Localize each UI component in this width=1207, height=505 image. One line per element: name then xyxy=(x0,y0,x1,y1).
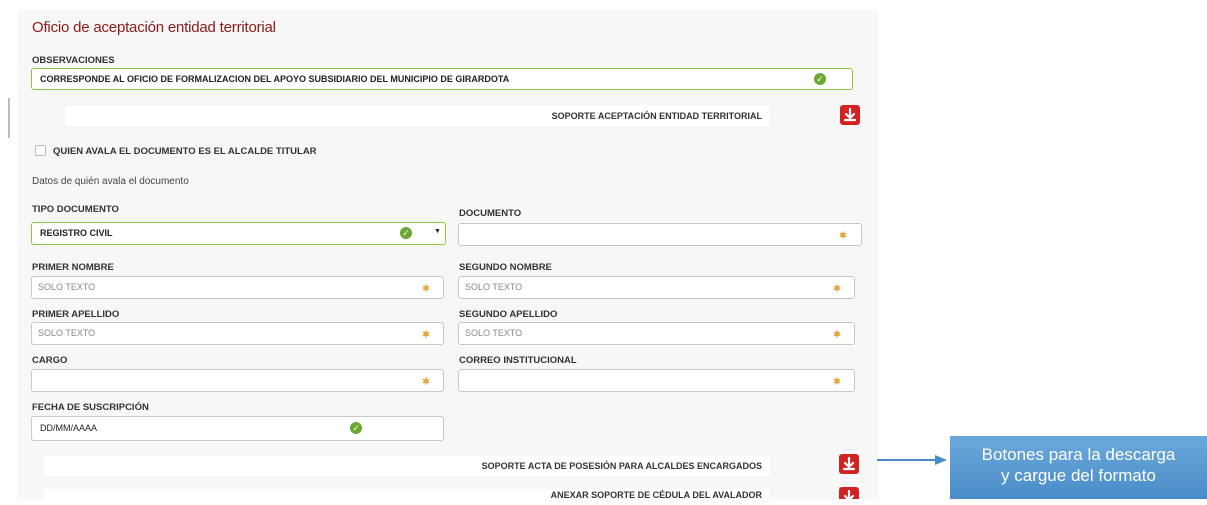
alcalde-titular-checkbox[interactable] xyxy=(35,145,46,156)
tipo-documento-select[interactable]: REGISTRO CIVIL ✓ ▼ xyxy=(31,222,446,245)
download-icon xyxy=(843,107,857,122)
observaciones-field[interactable]: CORRESPONDE AL OFICIO DE FORMALIZACION D… xyxy=(31,68,853,90)
alcalde-titular-label: QUIEN AVALA EL DOCUMENTO ES EL ALCALDE T… xyxy=(53,146,317,157)
cargo-input[interactable] xyxy=(31,369,444,392)
segundo-apellido-placeholder: SOLO TEXTO xyxy=(465,328,523,338)
asterisk-icon xyxy=(833,330,841,338)
callout-line-2: y cargue del formato xyxy=(1001,466,1156,485)
soporte-aceptacion-row: SOPORTE ACEPTACIÓN ENTIDAD TERRITORIAL xyxy=(65,106,770,126)
correo-input[interactable] xyxy=(458,369,855,392)
correo-label: CORREO INSTITUCIONAL xyxy=(459,355,577,366)
soporte-cedula-row: ANEXAR SOPORTE DE CÉDULA DEL AVALADOR xyxy=(44,489,770,501)
asterisk-icon xyxy=(422,330,430,338)
primer-nombre-label: PRIMER NOMBRE xyxy=(32,262,114,273)
soporte-aceptacion-label: SOPORTE ACEPTACIÓN ENTIDAD TERRITORIAL xyxy=(551,111,762,121)
segundo-apellido-input[interactable]: SOLO TEXTO xyxy=(458,322,855,345)
tipo-documento-label: TIPO DOCUMENTO xyxy=(32,204,119,215)
primer-apellido-input[interactable]: SOLO TEXTO xyxy=(31,322,444,345)
documento-label: DOCUMENTO xyxy=(459,208,522,219)
cargo-label: CARGO xyxy=(32,355,68,366)
scroll-edge xyxy=(8,98,10,138)
arrow-right-icon xyxy=(877,455,947,465)
soporte-posesion-row: SOPORTE ACTA DE POSESIÓN PARA ALCALDES E… xyxy=(44,456,770,476)
fecha-value: DD/MM/AAAA xyxy=(40,423,98,433)
asterisk-icon xyxy=(422,284,430,292)
asterisk-icon xyxy=(839,231,847,239)
asterisk-icon xyxy=(833,377,841,385)
check-circle-icon: ✓ xyxy=(814,73,826,85)
segundo-nombre-placeholder: SOLO TEXTO xyxy=(465,282,523,292)
segundo-nombre-label: SEGUNDO NOMBRE xyxy=(459,262,552,273)
tipo-documento-value: REGISTRO CIVIL xyxy=(40,228,113,238)
form-title: Oficio de aceptación entidad territorial xyxy=(32,19,276,36)
download-icon xyxy=(843,489,855,502)
primer-apellido-label: PRIMER APELLIDO xyxy=(32,309,120,320)
callout-line-1: Botones para la descarga xyxy=(981,445,1176,464)
asterisk-icon xyxy=(833,284,841,292)
download-icon xyxy=(842,456,856,471)
segundo-nombre-input[interactable]: SOLO TEXTO xyxy=(458,276,855,299)
caret-down-icon: ▼ xyxy=(434,228,441,235)
documento-input[interactable] xyxy=(458,223,862,246)
annotation-callout: Botones para la descarga y cargue del fo… xyxy=(950,436,1207,499)
download-soporte-posesion-button[interactable] xyxy=(839,454,859,474)
observaciones-value: CORRESPONDE AL OFICIO DE FORMALIZACION D… xyxy=(40,74,510,84)
fecha-input[interactable]: DD/MM/AAAA ✓ xyxy=(31,416,444,441)
download-soporte-aceptacion-button[interactable] xyxy=(840,105,860,125)
fecha-label: FECHA DE SUSCRIPCIÓN xyxy=(32,402,149,413)
primer-apellido-placeholder: SOLO TEXTO xyxy=(38,328,96,338)
soporte-posesion-label: SOPORTE ACTA DE POSESIÓN PARA ALCALDES E… xyxy=(481,461,762,471)
observaciones-label: OBSERVACIONES xyxy=(32,55,115,66)
primer-nombre-input[interactable]: SOLO TEXTO xyxy=(31,276,444,299)
section-avala-heading: Datos de quién avala el documento xyxy=(32,176,189,187)
segundo-apellido-label: SEGUNDO APELLIDO xyxy=(459,309,558,320)
asterisk-icon xyxy=(422,377,430,385)
primer-nombre-placeholder: SOLO TEXTO xyxy=(38,282,96,292)
download-soporte-cedula-button[interactable] xyxy=(839,487,859,502)
check-circle-icon: ✓ xyxy=(350,422,362,434)
check-circle-icon: ✓ xyxy=(400,227,412,239)
